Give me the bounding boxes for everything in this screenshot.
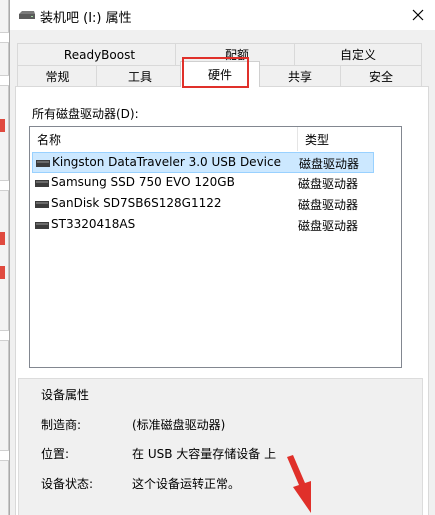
- tab-label: 常规: [45, 70, 70, 84]
- properties-dialog: 装机吧 (I:) 属性 ReadyBoost 配额 自定义 常规 工具 硬件 共…: [9, 0, 435, 515]
- drive-name: ST3320418AS: [51, 217, 136, 231]
- title-bar: 装机吧 (I:) 属性: [10, 0, 435, 30]
- tab-security[interactable]: 安全: [340, 65, 422, 87]
- background-strip: [0, 75, 9, 86]
- disk-drive-icon: [35, 180, 49, 187]
- drives-label: 所有磁盘驱动器(D):: [32, 107, 139, 121]
- background-strip: [0, 180, 9, 191]
- window-title: 装机吧 (I:) 属性: [40, 11, 132, 26]
- tab-label: 工具: [127, 70, 152, 84]
- disk-drive-icon: [36, 160, 50, 167]
- device-status-label: 设备状态:: [41, 477, 94, 491]
- drive-row[interactable]: Kingston DataTraveler 3.0 USB Device 磁盘驱…: [32, 152, 374, 173]
- drive-type: 磁盘驱动器: [298, 198, 359, 212]
- device-properties-title: 设备属性: [41, 388, 90, 402]
- column-label: 类型: [305, 132, 330, 147]
- column-label: 名称: [37, 132, 62, 147]
- manufacturer-value: (标准磁盘驱动器): [132, 418, 226, 432]
- background-strip: [0, 330, 9, 341]
- drive-type: 磁盘驱动器: [298, 219, 359, 233]
- drive-type: 磁盘驱动器: [298, 177, 359, 191]
- tab-readyboost[interactable]: ReadyBoost: [17, 43, 182, 65]
- device-status-value: 这个设备运转正常。: [132, 477, 241, 491]
- tab-sharing[interactable]: 共享: [258, 65, 342, 87]
- tab-hardware[interactable]: 硬件: [180, 61, 260, 87]
- tab-general[interactable]: 常规: [17, 65, 98, 87]
- tab-label: 自定义: [339, 48, 376, 62]
- disk-drive-icon: [35, 201, 49, 208]
- drive-row[interactable]: ST3320418AS 磁盘驱动器: [32, 215, 374, 236]
- drive-icon: [19, 11, 35, 19]
- column-header-name[interactable]: 名称: [30, 127, 297, 151]
- background-window-edge: [0, 0, 9, 515]
- tab-label: 硬件: [207, 68, 232, 82]
- tab-label: 安全: [368, 70, 393, 84]
- tab-label: 共享: [287, 70, 312, 84]
- background-red-mark: [0, 232, 5, 245]
- drive-row[interactable]: Samsung SSD 750 EVO 120GB 磁盘驱动器: [32, 173, 374, 194]
- tab-customize[interactable]: 自定义: [294, 43, 422, 65]
- background-red-mark: [0, 119, 5, 132]
- drive-name: SanDisk SD7SB6S128G1122: [51, 196, 222, 210]
- drive-row[interactable]: SanDisk SD7SB6S128G1122 磁盘驱动器: [32, 194, 374, 215]
- column-header-type[interactable]: 类型: [298, 127, 401, 151]
- manufacturer-label: 制造商:: [41, 418, 82, 432]
- location-value: 在 USB 大容量存储设备 上: [132, 447, 277, 461]
- disk-drive-icon: [35, 222, 49, 229]
- close-icon: [412, 9, 424, 21]
- drive-type: 磁盘驱动器: [299, 157, 360, 171]
- background-strip: [0, 450, 9, 461]
- location-label: 位置:: [41, 447, 70, 461]
- drive-name: Kingston DataTraveler 3.0 USB Device: [52, 155, 281, 169]
- close-button[interactable]: [400, 0, 435, 30]
- drive-list[interactable]: 名称 类型 Kingston DataTraveler 3.0 USB Devi…: [29, 126, 402, 368]
- background-strip: [0, 32, 9, 43]
- tab-tools[interactable]: 工具: [96, 65, 184, 87]
- tab-label: ReadyBoost: [63, 47, 136, 62]
- background-red-mark: [0, 266, 5, 279]
- drive-name: Samsung SSD 750 EVO 120GB: [51, 175, 235, 189]
